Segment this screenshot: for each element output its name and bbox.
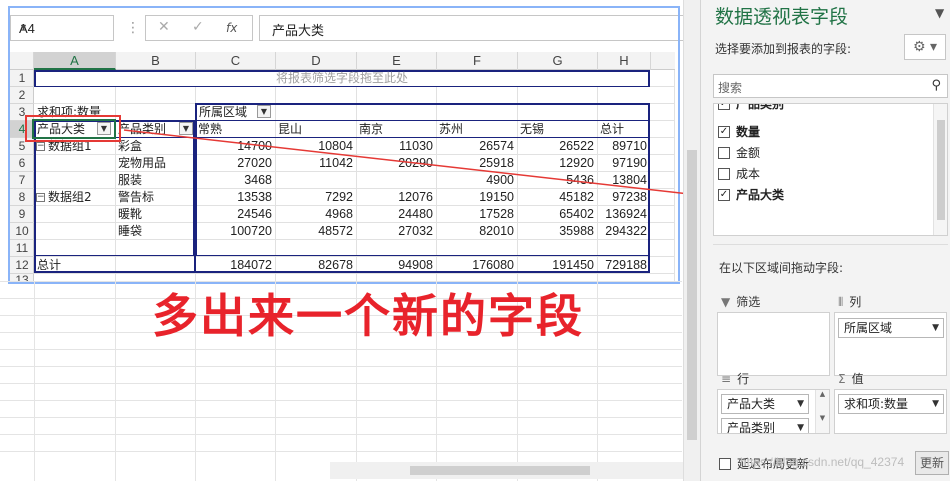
drag-hint: 在以下区域间拖动字段: — [719, 261, 844, 275]
update-button[interactable]: 更新 — [915, 451, 949, 475]
rows-area-scrollbar[interactable]: ▲ ▼ — [815, 390, 829, 433]
value-field-chip[interactable]: 求和项:数量 ▼ — [838, 394, 944, 414]
checkbox-icon: ✓ — [718, 125, 730, 138]
filter-area-label: ▼ 筛选 — [721, 295, 761, 309]
chevron-down-icon: ▼ — [797, 399, 804, 409]
field-item[interactable]: ✓ 数量 — [718, 123, 760, 141]
spreadsheet-area: A4 ▼ ⋮ ✕ ✓ fx 产品大类 A B C D E F G H 1 2 3… — [0, 0, 700, 481]
checkbox-icon: ✓ — [718, 104, 730, 110]
search-placeholder: 搜索 — [718, 81, 743, 95]
columns-area-label: ⦀ 列 — [838, 295, 862, 309]
filter-icon: ▼ — [721, 295, 731, 309]
rows-icon: ≡ — [721, 372, 732, 386]
row-field-chip[interactable]: 产品类别 ▼ — [721, 418, 809, 433]
columns-icon: ⦀ — [838, 295, 844, 309]
field-search-input[interactable]: 搜索 ⚲ — [713, 74, 948, 98]
field-item[interactable]: ✓ 产品类别 — [718, 104, 784, 113]
gear-icon[interactable]: ⚙ ▾ — [904, 34, 946, 60]
checkbox-icon: ✓ — [718, 188, 730, 201]
vertical-scrollbar[interactable] — [683, 0, 700, 481]
rows-area-label: ≡ 行 — [721, 372, 750, 386]
checkbox-icon — [718, 146, 730, 159]
rows-area[interactable]: 产品大类 ▼ 产品类别 ▼ ▲ ▼ — [717, 389, 830, 434]
defer-update-checkbox[interactable] — [719, 458, 731, 470]
values-area[interactable]: 求和项:数量 ▼ — [834, 389, 947, 434]
col-field-chip[interactable]: 所属区域 ▼ — [838, 318, 944, 338]
field-item[interactable]: 金额 — [718, 144, 760, 162]
pane-options-icon[interactable]: ▼ — [935, 6, 944, 20]
field-list: ✓ 产品类别 ✓ 数量 金额 成本 ✓ 产品大类 — [713, 103, 948, 236]
pane-subtitle: 选择要添加到报表的字段: — [715, 42, 852, 56]
annotation-text: 多出来一个新的字段 — [152, 289, 584, 343]
sum-icon: Σ — [838, 372, 846, 386]
columns-area[interactable]: 所属区域 ▼ — [834, 312, 947, 376]
horizontal-scrollbar[interactable] — [330, 462, 683, 479]
annotation-arrow — [123, 129, 699, 196]
row-field-chip[interactable]: 产品大类 ▼ — [721, 394, 809, 414]
values-area-label: Σ值 — [838, 372, 864, 386]
pane-title: 数据透视表字段 — [715, 6, 849, 28]
chevron-down-icon: ▼ — [932, 323, 939, 333]
chevron-down-icon: ▼ — [797, 423, 804, 433]
watermark: https://blog.csdn.net/qq_42374 — [740, 455, 905, 469]
field-item[interactable]: ✓ 产品大类 — [718, 186, 784, 204]
field-list-scrollbar[interactable] — [933, 104, 947, 235]
chevron-down-icon: ▼ — [932, 399, 939, 409]
field-item[interactable]: 成本 — [718, 165, 760, 183]
search-icon: ⚲ — [931, 78, 941, 93]
checkbox-icon — [718, 167, 730, 180]
pivot-fields-pane: 数据透视表字段 ▼ 选择要添加到报表的字段: ⚙ ▾ 搜索 ⚲ ✓ 产品类别 ✓ 数… — [700, 0, 950, 481]
filter-area[interactable] — [717, 312, 830, 376]
